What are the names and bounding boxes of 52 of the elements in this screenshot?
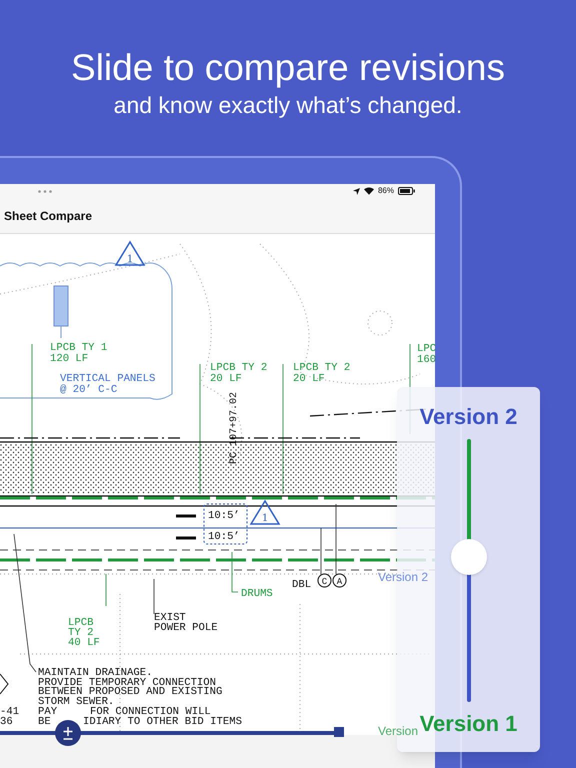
drawing-label: DBL bbox=[292, 579, 312, 591]
drawing-label: 36 bbox=[0, 716, 13, 728]
drawing-label: 120 LF bbox=[50, 353, 88, 365]
faded-version-label: Version bbox=[378, 723, 418, 740]
battery-icon bbox=[398, 187, 415, 195]
revision-triangle: 1 bbox=[250, 500, 280, 525]
multitasking-dots-icon bbox=[38, 190, 52, 192]
drawing-label: EXIST bbox=[154, 612, 186, 624]
tree-outline bbox=[368, 310, 392, 336]
wifi-icon bbox=[364, 187, 374, 195]
drawing-label: 10:5’ bbox=[208, 531, 240, 543]
drawing-label: 20 LF bbox=[293, 373, 325, 385]
slider-track[interactable] bbox=[450, 439, 486, 702]
location-arrow-icon bbox=[352, 188, 360, 194]
screen-title: Sheet Compare bbox=[4, 208, 92, 224]
drawing-label: 40 LF bbox=[68, 637, 100, 649]
vertical-panel-sign-icon bbox=[54, 286, 68, 338]
drawing-label: 20 LF bbox=[210, 373, 242, 385]
drawing-label: LPCB TY 1 bbox=[50, 342, 108, 354]
drawing-label: POWER POLE bbox=[154, 622, 218, 634]
bottom-version-label: Version 1 bbox=[420, 710, 518, 738]
drawing-label: LPCB bbox=[68, 617, 94, 629]
subheadline: and know exactly what’s changed. bbox=[114, 91, 462, 120]
plus-minus-icon bbox=[61, 726, 75, 740]
drawing-label: LPCB TY 2 bbox=[210, 362, 268, 374]
scrubber-end-handle[interactable] bbox=[334, 727, 344, 737]
drawing-label: 10:5’ bbox=[208, 510, 240, 522]
battery-percentage: 86% bbox=[378, 185, 394, 197]
top-version-label: Version 2 bbox=[420, 403, 518, 431]
drawing-label: LPCB TY 2 bbox=[293, 362, 350, 374]
drawing-label: TY 2 bbox=[68, 627, 94, 639]
drawing-label: @ 20’ C-C bbox=[60, 384, 118, 396]
diamond-mark bbox=[0, 674, 9, 694]
slider-thumb[interactable] bbox=[450, 539, 486, 576]
drawing-label: -41 bbox=[0, 706, 20, 718]
drawing-label: VERTICAL PANELS bbox=[60, 373, 156, 385]
drawing-label: PAY bbox=[38, 706, 58, 718]
drawing-label: 160 bbox=[417, 354, 435, 366]
changed-dimension-outline bbox=[204, 504, 248, 544]
circled-label: A bbox=[332, 574, 346, 588]
drawing-label: BE bbox=[38, 716, 51, 728]
faded-version-label: Version 2 bbox=[378, 569, 428, 586]
drawing-label: STORM SEWER. bbox=[38, 696, 114, 708]
revision-triangle: 1 bbox=[114, 240, 146, 266]
drawing-label: PC 107+97.02 bbox=[229, 392, 240, 464]
drawing-label: IDIARY TO OTHER BID ITEMS bbox=[83, 716, 242, 728]
drawing-label: DRUMS bbox=[241, 588, 273, 600]
headline: Slide to compare revisions bbox=[71, 46, 505, 90]
drawing-label: BETWEEN PROPOSED AND EXISTING bbox=[38, 686, 222, 698]
drawing-label: MAINTAIN DRAINAGE. bbox=[38, 667, 152, 679]
circled-label: C bbox=[318, 574, 332, 588]
drawing-label: FOR CONNECTION WILL bbox=[90, 706, 211, 718]
